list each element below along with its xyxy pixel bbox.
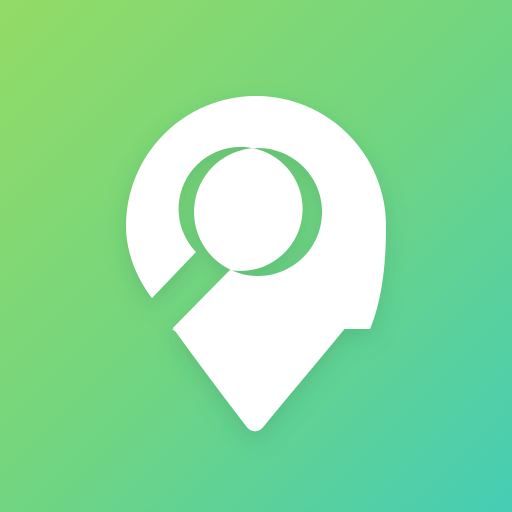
location-search-pin-icon: [0, 0, 512, 512]
app-icon: [0, 0, 512, 512]
